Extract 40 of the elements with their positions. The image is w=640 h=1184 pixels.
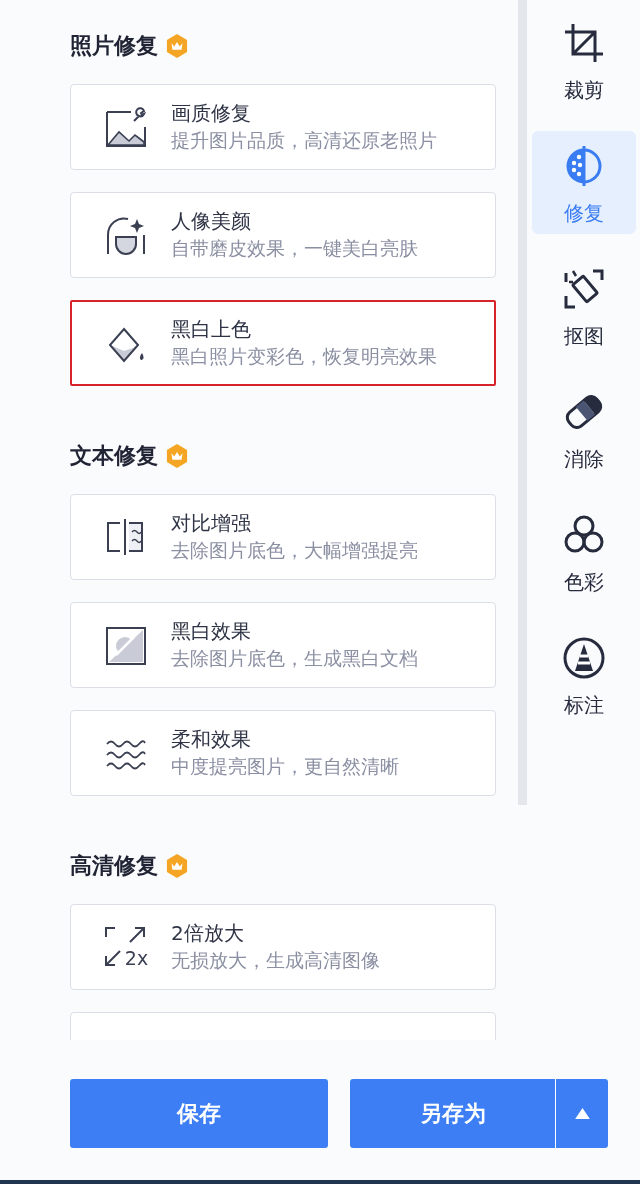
marker-circle-icon [562, 637, 605, 679]
option-description: 提升图片品质，高清还原老照片 [171, 128, 437, 153]
caret-up-icon [574, 1108, 590, 1119]
option-title: 黑白上色 [171, 316, 251, 343]
option-description: 黑白照片变彩色，恢复明亮效果 [171, 344, 437, 369]
crop-icon [562, 22, 605, 64]
sidebar-tool[interactable]: 裁剪 [531, 8, 636, 111]
dropdown-button[interactable] [556, 1079, 608, 1148]
option-title: 对比增强 [171, 510, 251, 537]
sidebar-tool[interactable]: 消除 [531, 377, 636, 480]
save-as-button[interactable]: 另存为 [350, 1079, 555, 1148]
option-card[interactable]: 人像美颜 自带磨皮效果，一键美白亮肤 [70, 192, 496, 278]
option-description: 去除图片底色，大幅增强提亮 [171, 538, 418, 563]
section-heading: 照片修复 [70, 32, 158, 60]
option-title: 画质修复 [171, 100, 251, 127]
sidebar-tool[interactable]: 色彩 [531, 500, 636, 603]
option-description: 中度提亮图片，更自然清晰 [171, 754, 399, 779]
option-description: 无损放大，生成高清图像 [171, 948, 380, 973]
option-card[interactable]: 画质修复 提升图片品质，高清还原老照片 [70, 84, 496, 170]
option-card[interactable]: 2x 2倍放大 无损放大，生成高清图像 [70, 904, 496, 990]
option-card[interactable]: 柔和效果 中度提亮图片，更自然清晰 [70, 710, 496, 796]
section-heading: 高清修复 [70, 852, 158, 880]
option-description: 自带磨皮效果，一键美白亮肤 [171, 236, 418, 261]
save-button[interactable]: 保存 [70, 1079, 328, 1148]
option-title: 2倍放大 [171, 920, 244, 947]
scale-label: 2x [124, 948, 149, 968]
option-card[interactable]: 对比增强 去除图片底色，大幅增强提亮 [70, 494, 496, 580]
picture-wrench-icon [104, 105, 148, 149]
option-card[interactable]: 黑白上色 黑白照片变彩色，恢复明亮效果 [70, 300, 496, 386]
option-card[interactable]: 黑白效果 去除图片底色，生成黑白文档 [70, 602, 496, 688]
option-title: 柔和效果 [171, 726, 251, 753]
arrow-down-left-icon [103, 949, 122, 967]
diamond-frame-icon [562, 268, 605, 310]
option-title: 人像美颜 [171, 208, 251, 235]
option-description: 去除图片底色，生成黑白文档 [171, 646, 418, 671]
option-title: 黑白效果 [171, 618, 251, 645]
sidebar-tool[interactable]: 抠图 [531, 254, 636, 357]
section-heading: 文本修复 [70, 442, 158, 470]
sidebar-tool[interactable]: 标注 [531, 623, 636, 726]
corner-arrow-icon [103, 926, 148, 944]
